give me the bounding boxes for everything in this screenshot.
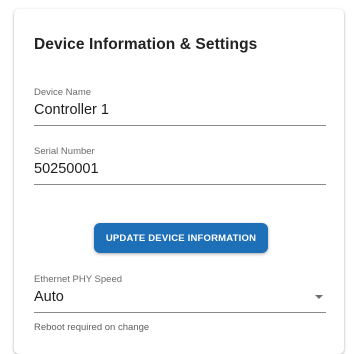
reboot-helper-text: Reboot required on change: [34, 322, 150, 333]
card-title: Device Information & Settings: [34, 36, 258, 53]
device-name-label: Device Name: [34, 87, 92, 98]
device-name-input[interactable]: Controller 1: [34, 101, 326, 126]
serial-number-input[interactable]: 50250001: [34, 160, 326, 185]
chevron-down-icon[interactable]: [315, 295, 323, 299]
ethernet-phy-speed-select[interactable]: Ethernet PHY Speed Auto: [34, 274, 326, 313]
ethernet-phy-speed-label: Ethernet PHY Speed: [34, 274, 123, 285]
ethernet-phy-speed-value: Auto: [34, 289, 64, 305]
serial-number-field[interactable]: Serial Number 50250001: [34, 146, 326, 185]
device-name-field[interactable]: Device Name Controller 1: [34, 87, 326, 126]
device-settings-card: Device Information & Settings Device Nam…: [14, 9, 344, 354]
ethernet-phy-speed-dropdown[interactable]: Auto: [34, 288, 326, 313]
update-device-information-button[interactable]: UPDATE DEVICE INFORMATION: [94, 223, 268, 253]
serial-number-label: Serial Number: [34, 146, 95, 157]
